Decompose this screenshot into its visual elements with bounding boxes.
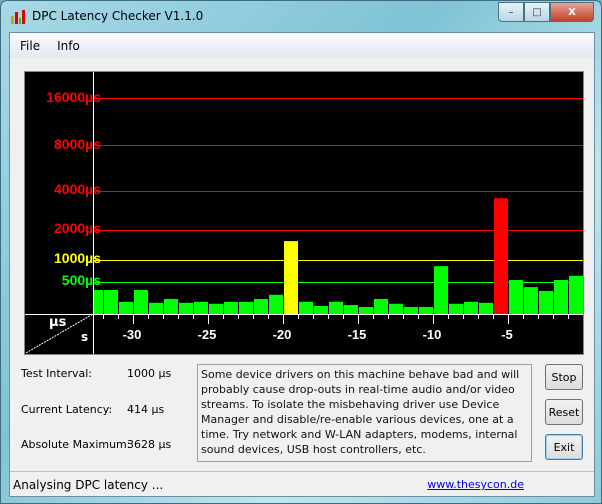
latency-bar [569,275,583,314]
latency-bar [389,303,403,314]
test-interval-value: 1000 µs [127,367,172,380]
latency-bar [329,301,343,314]
y-label-4000: 4000µs [54,181,101,197]
current-latency-label: Current Latency: [21,403,113,416]
latency-bar [554,280,568,314]
latency-bar [119,301,133,314]
status-text: Analysing DPC latency ... [13,477,164,492]
x-tick-label: -15 [347,327,367,342]
latency-bar [164,298,178,314]
latency-bar [194,301,208,314]
menu-bar: File Info [10,33,594,58]
latency-bar [94,290,103,314]
exit-button[interactable]: Exit [545,434,583,460]
maximize-button[interactable]: □ [524,2,550,22]
latency-bar [524,287,538,314]
latency-bar [539,290,553,314]
x-tick-label: -20 [272,327,292,342]
x-tick-label: -25 [197,327,217,342]
latency-bar [509,280,523,314]
y-label-16000: 16000µs [46,89,101,105]
latency-bar [374,298,388,314]
app-icon [11,10,25,24]
latency-bar [449,303,463,314]
info-message: Some device drivers on this machine beha… [197,364,532,462]
y-label-2000: 2000µs [54,220,101,236]
latency-bar [104,290,118,314]
latency-bar [179,302,193,314]
reset-button[interactable]: Reset [545,399,583,425]
latency-bar [464,301,478,314]
latency-bar [494,198,508,314]
latency-bar [434,266,448,314]
website-link[interactable]: www.thesycon.de [427,478,524,491]
y-label-1000: 1000µs [54,250,101,266]
latency-bar [344,305,358,314]
minimize-button[interactable]: – [498,2,524,22]
stop-button[interactable]: Stop [545,364,583,390]
latency-bar [239,301,253,314]
window-frame: DPC Latency Checker V1.1.0 – □ X File In… [0,0,602,504]
latency-bar [479,302,493,314]
latency-bar [254,298,268,314]
x-tick-label: -5 [501,327,513,342]
latency-bar [299,301,313,314]
menu-info[interactable]: Info [57,39,80,53]
x-unit-label: s [81,330,89,344]
test-interval-label: Test Interval: [21,367,92,380]
menu-file[interactable]: File [20,39,40,53]
latency-bar [224,301,238,314]
latency-bar [419,306,433,314]
x-tick-label: -30 [122,327,142,342]
absolute-maximum-value: 3628 µs [127,438,172,451]
status-bar: Analysing DPC latency ... www.thesycon.d… [10,471,594,497]
latency-chart: 16000µs 8000µs 4000µs 2000µs 1000µs 500µ… [24,71,584,355]
latency-bar [149,302,163,314]
client-area: File Info 16000µs 8000µs 4000µs 2000µs 1… [9,32,595,497]
chart-plot [25,72,583,354]
latency-bar [209,303,223,314]
y-label-8000: 8000µs [54,136,101,152]
latency-bar [404,306,418,314]
close-button[interactable]: X [550,2,594,22]
latency-bar [269,294,283,314]
window-title: DPC Latency Checker V1.1.0 [32,9,204,23]
y-unit-label: µs [49,315,67,330]
y-label-500: 500µs [61,272,101,288]
latency-bar [284,241,298,314]
absolute-maximum-label: Absolute Maximum: [21,438,131,451]
latency-bar [134,290,148,314]
x-tick-label: -10 [422,327,442,342]
current-latency-value: 414 µs [127,403,165,416]
latency-bar [314,306,328,314]
latency-bar [359,306,373,314]
